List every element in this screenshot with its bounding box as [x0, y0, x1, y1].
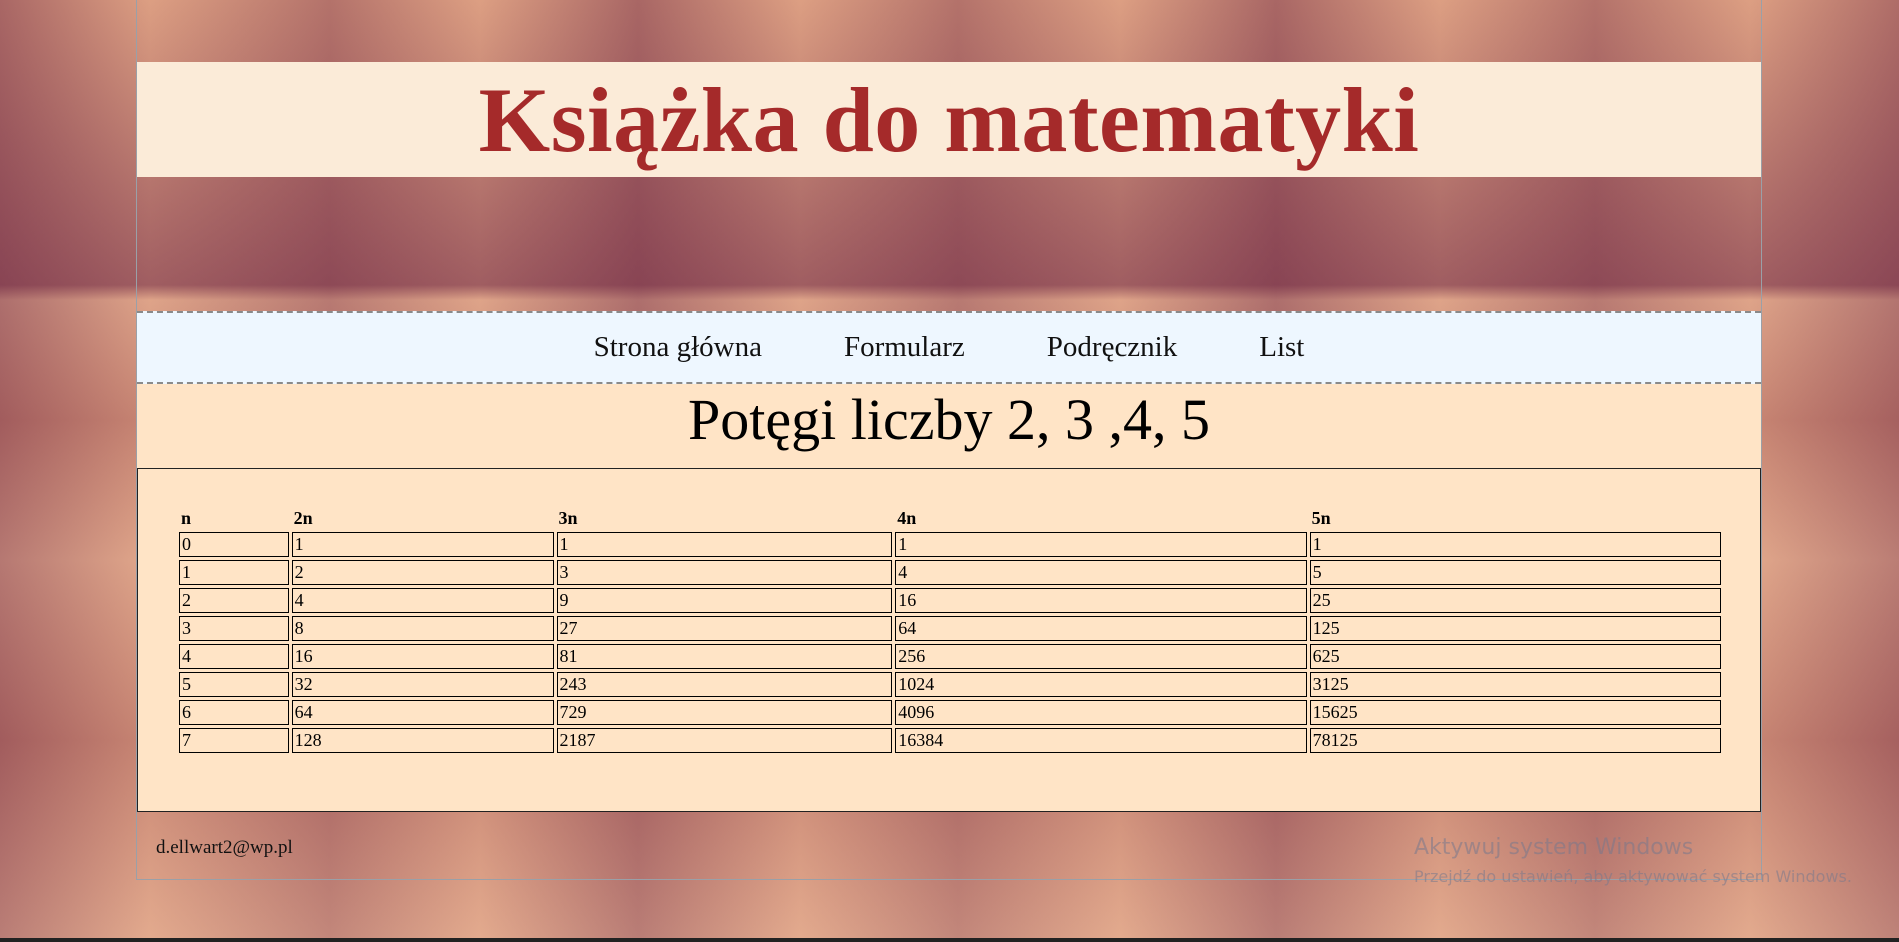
site-header: Książka do matematyki: [137, 62, 1761, 177]
table-row: 4 16 81 256 625: [179, 644, 1721, 669]
nav-link-form[interactable]: Formularz: [844, 331, 965, 364]
table-cell: 15625: [1309, 700, 1721, 725]
table-cell: 16: [895, 588, 1307, 613]
table-cell: 16384: [895, 728, 1307, 753]
main-content: Potęgi liczby 2, 3 ,4, 5 n 2n 3n 4n 5n 0…: [137, 384, 1761, 812]
table-cell: 4096: [895, 700, 1307, 725]
table-cell: 5: [179, 672, 289, 697]
table-cell: 1: [895, 532, 1307, 557]
windows-activation-watermark: Aktywuj system Windows Przejdź do ustawi…: [1414, 835, 1852, 886]
table-cell: 4: [179, 644, 289, 669]
table-cell: 0: [179, 532, 289, 557]
powers-table: n 2n 3n 4n 5n 0 1 1 1 1 1 2 3 4 5 2 4 9 …: [176, 505, 1724, 756]
page-heading: Potęgi liczby 2, 3 ,4, 5: [688, 387, 1210, 452]
site-title: Książka do matematyki: [478, 68, 1420, 171]
table-row: 5 32 243 1024 3125: [179, 672, 1721, 697]
table-cell: 1024: [895, 672, 1307, 697]
table-cell: 3: [179, 616, 289, 641]
table-container: n 2n 3n 4n 5n 0 1 1 1 1 1 2 3 4 5 2 4 9 …: [137, 468, 1761, 812]
table-cell: 1: [556, 532, 893, 557]
table-cell: 1: [1309, 532, 1721, 557]
table-row: 0 1 1 1 1: [179, 532, 1721, 557]
table-cell: 6: [179, 700, 289, 725]
table-cell: 3: [556, 560, 893, 585]
column-header: 4n: [897, 508, 917, 528]
table-cell: 16: [291, 644, 554, 669]
table-cell: 64: [895, 616, 1307, 641]
table-cell: 3125: [1309, 672, 1721, 697]
column-header: 3n: [558, 508, 578, 528]
table-cell: 243: [556, 672, 893, 697]
table-cell: 25: [1309, 588, 1721, 613]
table-row: 6 64 729 4096 15625: [179, 700, 1721, 725]
table-cell: 125: [1309, 616, 1721, 641]
table-cell: 32: [291, 672, 554, 697]
nav-link-textbook[interactable]: Podręcznik: [1047, 331, 1177, 364]
table-cell: 1: [179, 560, 289, 585]
table-cell: 7: [179, 728, 289, 753]
table-cell: 256: [895, 644, 1307, 669]
table-cell: 729: [556, 700, 893, 725]
table-cell: 5: [1309, 560, 1721, 585]
table-cell: 625: [1309, 644, 1721, 669]
table-row: 2 4 9 16 25: [179, 588, 1721, 613]
table-cell: 9: [556, 588, 893, 613]
column-header: n: [181, 508, 192, 528]
column-header: 5n: [1311, 508, 1331, 528]
table-cell: 2: [179, 588, 289, 613]
table-cell: 27: [556, 616, 893, 641]
table-cell: 1: [291, 532, 554, 557]
column-header: 2n: [293, 508, 313, 528]
watermark-title: Aktywuj system Windows: [1414, 835, 1694, 860]
table-cell: 2187: [556, 728, 893, 753]
table-header-row: n 2n 3n 4n 5n: [179, 508, 1721, 529]
table-row: 7 128 2187 16384 78125: [179, 728, 1721, 753]
watermark-subtitle: Przejdź do ustawień, aby aktywować syste…: [1414, 867, 1852, 887]
table-cell: 2: [291, 560, 554, 585]
table-row: 3 8 27 64 125: [179, 616, 1721, 641]
nav-link-letter[interactable]: List: [1259, 331, 1304, 364]
table-cell: 8: [291, 616, 554, 641]
table-cell: 4: [291, 588, 554, 613]
table-row: 1 2 3 4 5: [179, 560, 1721, 585]
main-nav: Strona główna Formularz Podręcznik List: [137, 311, 1761, 384]
nav-link-home[interactable]: Strona główna: [594, 331, 762, 364]
table-cell: 128: [291, 728, 554, 753]
table-cell: 81: [556, 644, 893, 669]
table-cell: 64: [291, 700, 554, 725]
table-cell: 78125: [1309, 728, 1721, 753]
table-cell: 4: [895, 560, 1307, 585]
bottom-edge: [0, 938, 1899, 942]
footer-email: d.ellwart2@wp.pl: [156, 837, 293, 858]
